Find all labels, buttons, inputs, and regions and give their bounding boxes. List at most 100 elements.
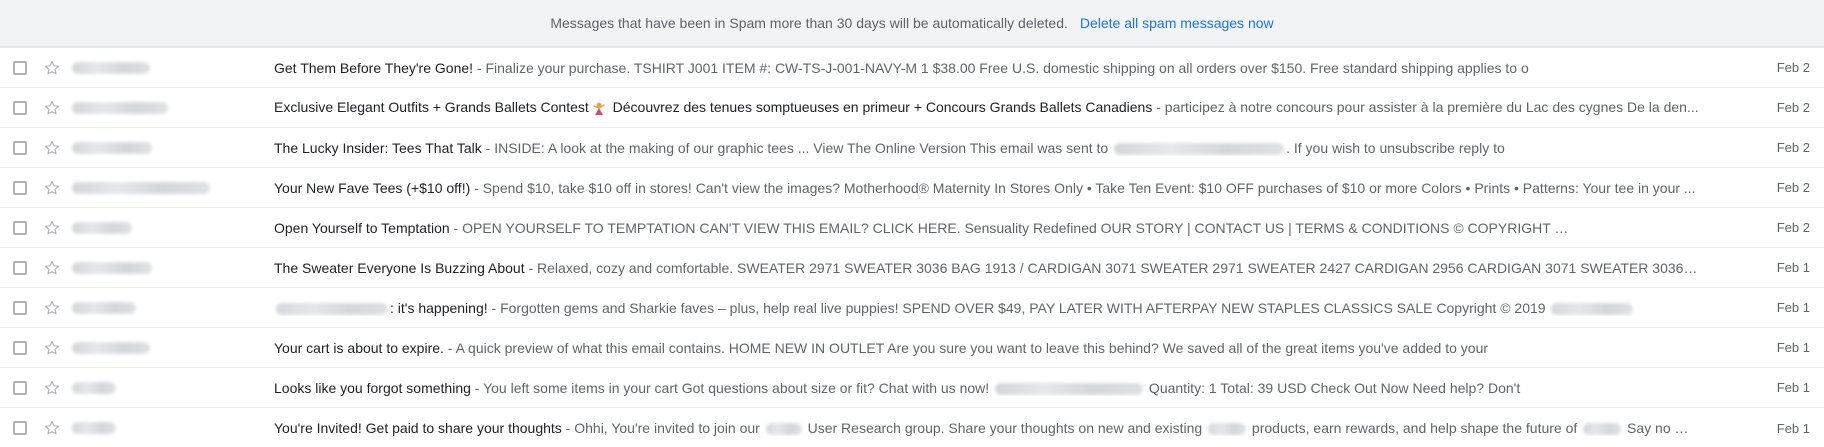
redacted-text-blur	[1583, 423, 1622, 436]
email-snippet: - Finalize your purchase. TSHIRT J001 IT…	[473, 59, 1529, 76]
sender-name-redacted	[72, 221, 274, 234]
redacted-text-blur	[765, 423, 802, 436]
star-icon[interactable]	[42, 378, 62, 398]
redacted-text-blur	[1556, 222, 1707, 235]
dancer-emoji-icon	[591, 102, 607, 116]
star-icon[interactable]	[42, 138, 62, 158]
star-icon[interactable]	[42, 58, 62, 78]
email-snippet: - Ohhi, You're invited to join our	[561, 420, 764, 436]
email-row[interactable]: The Sweater Everyone Is Buzzing About - …	[0, 248, 1824, 288]
email-snippet: - participez à notre concours pour assis…	[1152, 99, 1699, 116]
select-checkbox[interactable]	[13, 140, 27, 155]
email-date: Feb 1	[1776, 420, 1810, 436]
email-subject-continued: Découvrez des tenues somptueuses en prim…	[608, 99, 1153, 116]
select-checkbox[interactable]	[13, 300, 27, 315]
select-checkbox[interactable]	[13, 421, 27, 435]
email-date: Feb 1	[1776, 380, 1810, 395]
select-checkbox[interactable]	[13, 100, 27, 115]
email-content: You're Invited! Get paid to share your t…	[274, 420, 1740, 436]
redacted-sender-blur	[72, 141, 152, 154]
email-content: Open Yourself to Temptation - OPEN YOURS…	[274, 220, 1740, 236]
star-icon[interactable]	[42, 218, 62, 238]
redacted-text-blur	[1208, 423, 1247, 436]
email-row[interactable]: Your New Fave Tees (+$10 off!) - Spend $…	[0, 168, 1824, 208]
email-snippet: - Relaxed, cozy and comfortable. SWEATER…	[524, 259, 1740, 276]
redacted-text-blur	[1551, 302, 1634, 315]
email-snippet: . If you wish to unsubscribe reply to	[1286, 139, 1505, 156]
email-date: Feb 1	[1776, 260, 1810, 275]
email-content: : it's happening! - Forgotten gems and S…	[274, 300, 1740, 316]
redacted-sender-blur	[72, 341, 150, 354]
redacted-text-blur	[995, 382, 1144, 395]
star-icon[interactable]	[42, 418, 62, 438]
sender-name-redacted	[72, 61, 274, 74]
star-icon[interactable]	[42, 258, 62, 278]
email-snippet: - Forgotten gems and Sharkie faves – plu…	[487, 299, 1550, 316]
email-list: Get Them Before They're Gone! - Finalize…	[0, 48, 1824, 447]
sender-name-redacted	[72, 301, 274, 314]
email-subject: : it's happening!	[390, 299, 488, 316]
email-snippet: - Spend $10, take $10 off in stores! Can…	[470, 179, 1696, 196]
redacted-sender-blur	[72, 261, 152, 274]
select-checkbox[interactable]	[13, 380, 27, 395]
select-checkbox[interactable]	[13, 340, 27, 355]
email-snippet: - A quick preview of what this email con…	[443, 339, 1489, 356]
email-content: Get Them Before They're Gone! - Finalize…	[274, 60, 1740, 76]
email-subject: Exclusive Elegant Outfits + Grands Balle…	[274, 99, 589, 116]
email-date: Feb 2	[1776, 180, 1810, 195]
spam-banner-message: Messages that have been in Spam more tha…	[550, 15, 1068, 31]
delete-all-spam-link[interactable]: Delete all spam messages now	[1080, 15, 1274, 31]
email-date: Feb 1	[1776, 300, 1810, 315]
star-icon[interactable]	[42, 338, 62, 358]
redacted-sender-blur	[72, 301, 136, 314]
sender-name-redacted	[72, 381, 274, 394]
redacted-sender-blur	[72, 422, 116, 434]
email-row[interactable]: : it's happening! - Forgotten gems and S…	[0, 288, 1824, 328]
star-icon[interactable]	[42, 298, 62, 318]
email-row[interactable]: Exclusive Elegant Outfits + Grands Balle…	[0, 88, 1824, 128]
redacted-sender-blur	[72, 381, 116, 394]
email-date: Feb 1	[1776, 340, 1810, 355]
select-checkbox[interactable]	[13, 260, 27, 275]
redacted-sender-blur	[72, 101, 168, 114]
email-row[interactable]: Looks like you forgot something - You le…	[0, 368, 1824, 408]
email-date: Feb 2	[1776, 220, 1810, 235]
email-subject: Looks like you forgot something	[274, 379, 471, 396]
sender-name-redacted	[72, 101, 274, 114]
star-icon[interactable]	[42, 98, 62, 118]
email-row[interactable]: You're Invited! Get paid to share your t…	[0, 408, 1824, 447]
email-snippet: - OPEN YOURSELF TO TEMPTATION CAN'T VIEW…	[449, 219, 1555, 236]
email-row[interactable]: The Lucky Insider: Tees That Talk - INSI…	[0, 128, 1824, 168]
star-icon[interactable]	[42, 178, 62, 198]
email-content: Your cart is about to expire. - A quick …	[274, 340, 1740, 356]
email-subject: Get Them Before They're Gone!	[274, 59, 474, 76]
email-content: The Lucky Insider: Tees That Talk - INSI…	[274, 140, 1740, 156]
redacted-sender-blur	[72, 61, 150, 74]
email-snippet: - You left some items in your cart Got q…	[470, 379, 994, 396]
email-date: Feb 2	[1776, 60, 1810, 75]
sender-name-redacted	[72, 141, 274, 154]
email-snippet: products, earn rewards, and help shape t…	[1248, 420, 1582, 436]
email-date: Feb 2	[1776, 100, 1810, 115]
email-row[interactable]: Open Yourself to Temptation - OPEN YOURS…	[0, 208, 1824, 248]
email-row[interactable]: Get Them Before They're Gone! - Finalize…	[0, 48, 1824, 88]
email-snippet: User Research group. Share your thoughts…	[803, 420, 1207, 436]
email-content: Looks like you forgot something - You le…	[274, 380, 1740, 396]
select-checkbox[interactable]	[13, 60, 27, 75]
email-content: The Sweater Everyone Is Buzzing About - …	[274, 260, 1740, 276]
email-subject: The Lucky Insider: Tees That Talk	[274, 139, 482, 156]
sender-name-redacted	[72, 261, 274, 274]
sender-name-redacted	[72, 341, 274, 354]
sender-name-redacted	[72, 422, 274, 434]
redacted-text-blur	[1114, 142, 1285, 155]
redacted-subject-blur	[276, 302, 388, 315]
email-snippet: - INSIDE: A look at the making of our gr…	[481, 139, 1113, 156]
email-row[interactable]: Your cart is about to expire. - A quick …	[0, 328, 1824, 368]
email-snippet: Say no mo...	[1623, 420, 1706, 436]
select-checkbox[interactable]	[13, 220, 27, 235]
select-checkbox[interactable]	[13, 180, 27, 195]
email-snippet: Quantity: 1 Total: 39 USD Check Out Now …	[1145, 379, 1521, 396]
email-date: Feb 2	[1776, 140, 1810, 155]
spam-banner: Messages that have been in Spam more tha…	[0, 0, 1824, 48]
redacted-sender-blur	[72, 181, 210, 194]
